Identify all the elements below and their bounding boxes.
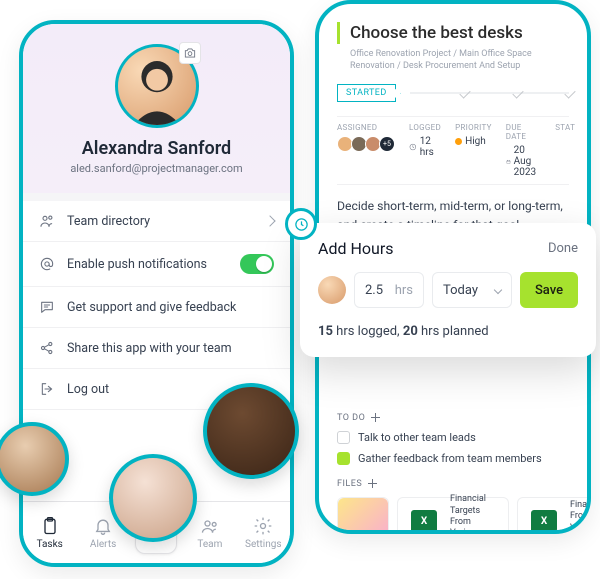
- menu-item-label: Get support and give feedback: [67, 300, 236, 315]
- floating-avatar-3: [203, 383, 299, 479]
- meta-status-label: STAT: [555, 123, 575, 132]
- task-title: Choose the best desks: [337, 22, 569, 44]
- menu-push-notifications[interactable]: Enable push notifications: [23, 242, 290, 287]
- priority-dot-icon: [455, 138, 462, 145]
- date-value: Today: [443, 283, 478, 298]
- at-icon: [39, 256, 55, 272]
- menu-support-feedback[interactable]: Get support and give feedback: [23, 287, 290, 328]
- task-breadcrumb: Office Renovation Project / Main Office …: [337, 48, 569, 72]
- tab-label: Team: [197, 539, 222, 550]
- profile-email: aled.sanford@projectmanager.com: [35, 162, 278, 175]
- profile-avatar-wrap: [115, 44, 199, 128]
- hours-input[interactable]: 2.5 hrs: [354, 272, 424, 308]
- files-row: X Financial Targets From Various Teams.P…: [337, 497, 569, 534]
- hours-summary: 15 hrs logged, 20 hrs planned: [318, 324, 578, 339]
- chevron-down-icon: [494, 286, 502, 294]
- menu-item-label: Team directory: [67, 214, 150, 229]
- clock-badge-icon: [285, 208, 317, 240]
- file-name: Financial Targets From Various Teams.Pdf: [450, 494, 502, 534]
- checkbox-icon[interactable]: [337, 431, 350, 444]
- team-icon: [200, 516, 220, 536]
- add-hours-title: Add Hours: [318, 239, 394, 258]
- excel-icon: X: [524, 503, 564, 534]
- status-track: STARTED: [337, 84, 569, 102]
- meta-due-label: DUE DATE: [506, 123, 541, 141]
- file-name: Financial From Vario Teams.Pd: [570, 500, 591, 534]
- file-card[interactable]: X Financial Targets From Various Teams.P…: [397, 497, 509, 534]
- add-hours-panel: Add Hours Done 2.5 hrs Today Save 15 hrs…: [300, 223, 596, 357]
- tab-label: Tasks: [37, 539, 63, 550]
- meta-logged-label: LOGGED: [409, 123, 441, 132]
- profile-header: Alexandra Sanford aled.sanford@projectma…: [23, 24, 290, 193]
- clock-icon: [409, 142, 417, 152]
- add-file-button[interactable]: [368, 479, 377, 488]
- checkbox-icon[interactable]: [337, 452, 350, 465]
- todo-label: Talk to other team leads: [358, 431, 476, 444]
- todo-item[interactable]: Gather feedback from team members: [337, 452, 569, 465]
- calendar-icon: [506, 157, 511, 167]
- gear-icon: [253, 516, 273, 536]
- hours-value: 2.5: [365, 283, 383, 298]
- assignee-more: +5: [379, 136, 395, 152]
- clipboard-icon: [40, 516, 60, 536]
- chevron-right-icon: [264, 215, 275, 226]
- tab-settings[interactable]: Settings: [237, 516, 290, 550]
- status-chip[interactable]: STARTED: [337, 84, 396, 102]
- excel-icon: X: [404, 503, 444, 534]
- add-todo-button[interactable]: [371, 413, 380, 422]
- date-select[interactable]: Today: [432, 272, 512, 308]
- done-button[interactable]: Done: [548, 241, 578, 256]
- meta-priority-label: PRIORITY: [455, 123, 492, 132]
- meta-due-value: 20 Aug 2023: [506, 145, 541, 178]
- change-photo-button[interactable]: [179, 42, 201, 64]
- meta-priority-value: High: [455, 136, 492, 147]
- logout-icon: [39, 381, 55, 397]
- tab-label: Settings: [245, 539, 282, 550]
- menu-item-label: Log out: [67, 382, 109, 397]
- meta-assigned-label: ASSIGNED: [337, 123, 395, 132]
- menu-share-app[interactable]: Share this app with your team: [23, 328, 290, 369]
- hours-unit: hrs: [395, 283, 413, 298]
- push-toggle[interactable]: [240, 254, 274, 274]
- tab-tasks[interactable]: Tasks: [23, 516, 76, 550]
- meta-logged-value: 12 hrs: [409, 136, 441, 158]
- file-thumb-image: [338, 498, 388, 534]
- tab-label: Alerts: [90, 539, 116, 550]
- todo-header: TO DO: [337, 413, 569, 423]
- menu-team-directory[interactable]: Team directory: [23, 201, 290, 242]
- share-icon: [39, 340, 55, 356]
- menu-item-label: Share this app with your team: [67, 341, 232, 356]
- file-card[interactable]: X Financial From Vario Teams.Pd: [517, 497, 591, 534]
- save-button[interactable]: Save: [520, 272, 578, 308]
- settings-menu: Team directory Enable push notifications…: [23, 193, 290, 410]
- profile-name: Alexandra Sanford: [35, 138, 278, 159]
- task-meta: ASSIGNED +5 LOGGED 12 hrs PRIORITY: [337, 116, 569, 185]
- tab-team[interactable]: Team: [183, 516, 236, 550]
- users-icon: [39, 213, 55, 229]
- chat-icon: [39, 299, 55, 315]
- user-avatar: [318, 276, 346, 304]
- file-card[interactable]: [337, 497, 389, 534]
- todo-item[interactable]: Talk to other team leads: [337, 431, 569, 444]
- assignee-stack[interactable]: +5: [337, 136, 395, 152]
- todo-label: Gather feedback from team members: [358, 452, 542, 465]
- files-header: FILES: [337, 479, 569, 489]
- floating-avatar-2: [109, 454, 197, 542]
- menu-item-label: Enable push notifications: [67, 257, 207, 272]
- bell-icon: [93, 516, 113, 536]
